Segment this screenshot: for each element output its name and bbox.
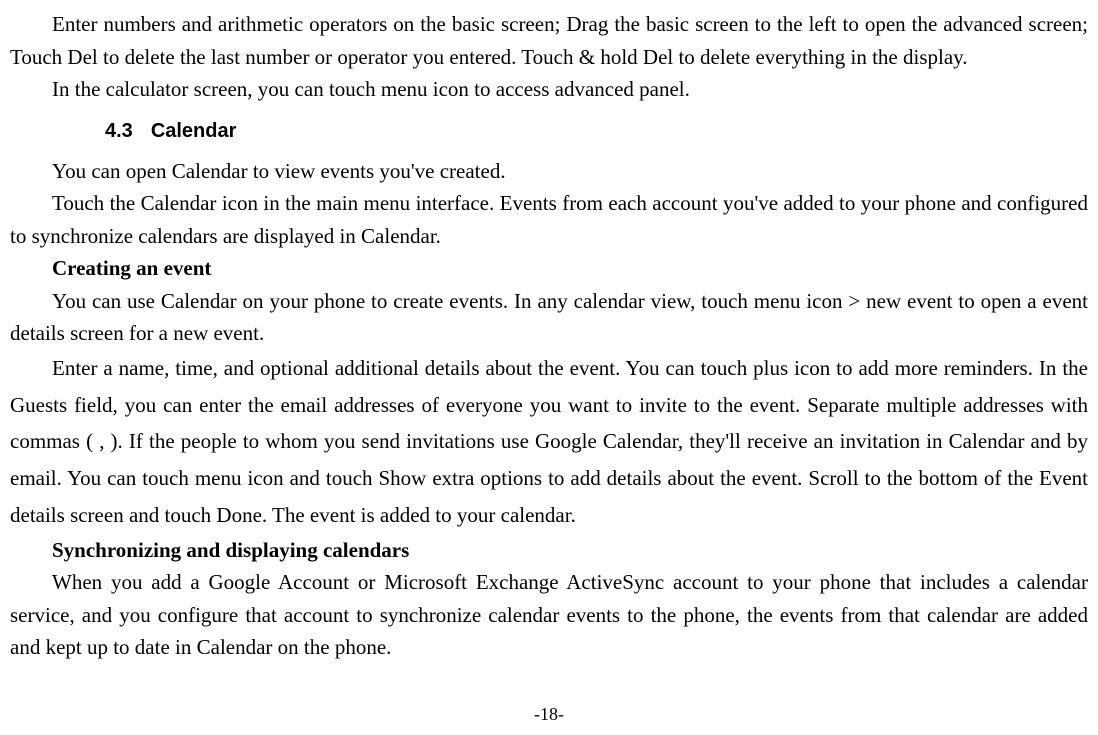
section-title: Calendar <box>151 120 237 142</box>
subheading-creating-event: Creating an event <box>10 252 1088 285</box>
document-page: Enter numbers and arithmetic operators o… <box>10 8 1088 664</box>
paragraph-calculator-menu: In the calculator screen, you can touch … <box>10 73 1088 106</box>
subheading-sync-calendars: Synchronizing and displaying calendars <box>10 534 1088 567</box>
paragraph-calculator-basic: Enter numbers and arithmetic operators o… <box>10 8 1088 73</box>
section-heading-calendar: 4.3 Calendar <box>105 116 1088 147</box>
paragraph-calendar-open: You can open Calendar to view events you… <box>10 155 1088 188</box>
paragraph-event-details: Enter a name, time, and optional additio… <box>10 350 1088 534</box>
paragraph-calendar-icon: Touch the Calendar icon in the main menu… <box>10 187 1088 252</box>
page-number: -18- <box>0 701 1098 729</box>
paragraph-create-event-intro: You can use Calendar on your phone to cr… <box>10 285 1088 350</box>
paragraph-sync-description: When you add a Google Account or Microso… <box>10 566 1088 664</box>
section-number: 4.3 <box>105 120 133 142</box>
